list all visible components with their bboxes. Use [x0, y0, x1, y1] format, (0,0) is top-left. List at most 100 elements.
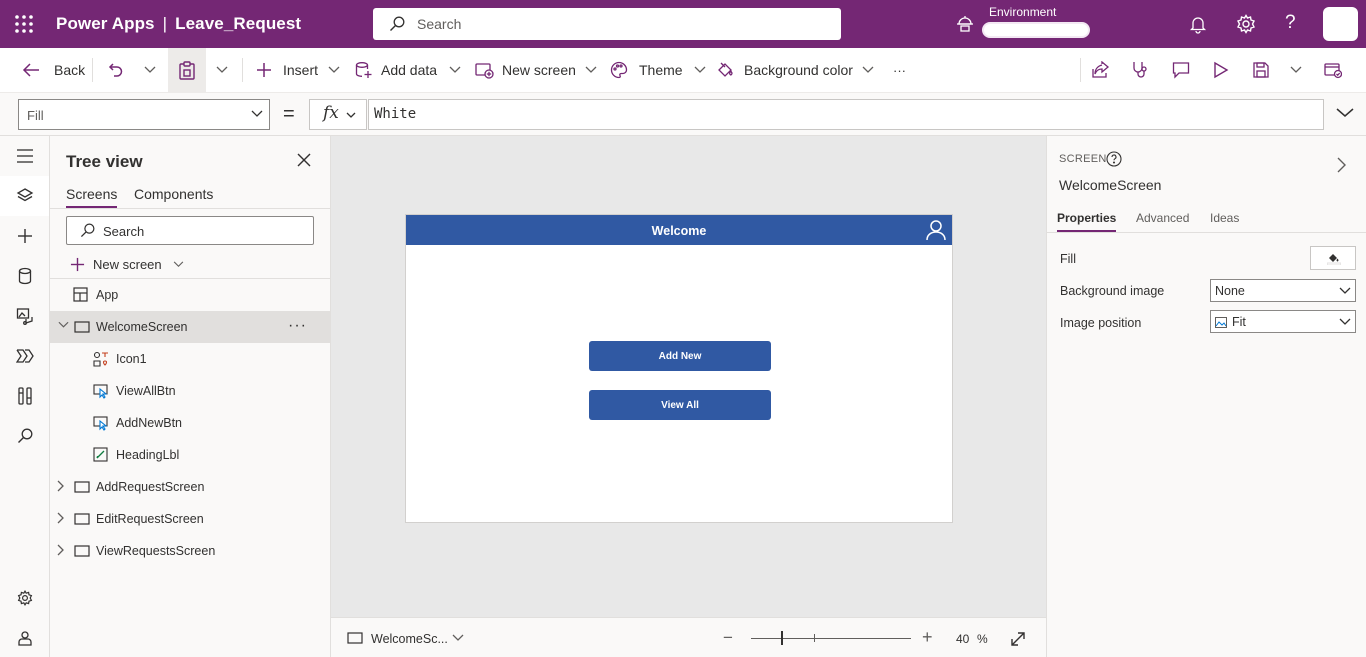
- top-bar: Power Apps | Leave_Request Search Environm…: [0, 0, 1366, 48]
- zoom-value[interactable]: 40: [956, 632, 969, 646]
- preview-play-icon[interactable]: [1213, 48, 1229, 92]
- help-icon[interactable]: ?: [1285, 12, 1296, 34]
- tree-node-app[interactable]: App: [50, 279, 330, 311]
- comments-icon[interactable]: [1172, 48, 1190, 92]
- settings-icon[interactable]: [1236, 14, 1256, 34]
- chevron-right-icon[interactable]: [57, 544, 65, 556]
- formula-bar: Fill = fx White: [0, 93, 1366, 136]
- background-image-dropdown[interactable]: None: [1210, 279, 1356, 302]
- media-icon[interactable]: [0, 296, 49, 336]
- tree-node-addnewbtn[interactable]: AddNewBtn: [50, 407, 330, 439]
- app-launcher-icon[interactable]: [14, 14, 34, 34]
- chevron-down-icon[interactable]: [452, 634, 464, 642]
- add-data-button[interactable]: Add data: [355, 48, 461, 92]
- save-dropdown[interactable]: [1290, 48, 1302, 92]
- close-icon[interactable]: [297, 153, 311, 167]
- notifications-icon[interactable]: [1188, 14, 1208, 34]
- user-icon[interactable]: [925, 219, 947, 241]
- screen-icon: [347, 632, 363, 644]
- power-automate-icon[interactable]: [0, 336, 49, 376]
- project-name[interactable]: Leave_Request: [175, 14, 301, 33]
- publish-icon[interactable]: [1324, 48, 1342, 92]
- selected-control-name[interactable]: WelcomeScreen: [1059, 177, 1161, 193]
- property-selector[interactable]: Fill: [18, 99, 270, 130]
- advanced-tools-icon[interactable]: [0, 376, 49, 416]
- screen-icon: [74, 513, 90, 525]
- fill-color-picker[interactable]: [1310, 246, 1356, 270]
- more-options-button[interactable]: ···: [288, 317, 307, 335]
- insert-button[interactable]: Insert: [256, 48, 340, 92]
- tab-ideas[interactable]: Ideas: [1210, 211, 1239, 225]
- app-header-bar[interactable]: Welcome: [406, 215, 952, 245]
- tab-screens[interactable]: Screens: [66, 186, 118, 208]
- tree-new-screen-button[interactable]: New screen: [70, 254, 184, 274]
- new-screen-icon: [475, 61, 494, 79]
- user-avatar[interactable]: [1323, 7, 1358, 41]
- chevron-down-icon: [585, 66, 597, 74]
- save-icon[interactable]: [1252, 48, 1270, 92]
- zoom-out-button[interactable]: −: [723, 628, 733, 648]
- tree-node-viewallbtn[interactable]: ViewAllBtn: [50, 375, 330, 407]
- divider: [92, 58, 93, 82]
- screen-icon: [74, 321, 90, 333]
- tab-properties[interactable]: Properties: [1057, 211, 1117, 232]
- paste-button[interactable]: [168, 48, 206, 92]
- chevron-down-icon[interactable]: [58, 321, 69, 329]
- image-position-dropdown[interactable]: Fit: [1210, 310, 1356, 333]
- function-button[interactable]: fx: [309, 99, 367, 130]
- tree-view-panel: Tree view Screens Components Search New …: [50, 136, 331, 657]
- zoom-slider-thumb[interactable]: [781, 631, 783, 645]
- tree-node-addrequestscreen[interactable]: AddRequestScreen: [50, 471, 330, 503]
- fit-to-window-icon[interactable]: [1010, 631, 1026, 647]
- undo-button[interactable]: [107, 48, 125, 92]
- environment-selector[interactable]: [982, 22, 1090, 38]
- tree-search-input[interactable]: Search: [66, 216, 314, 245]
- tree-node-welcomescreen[interactable]: WelcomeScreen ···: [50, 311, 330, 343]
- add-new-button[interactable]: Add New: [589, 341, 771, 371]
- title-separator: |: [162, 14, 168, 33]
- back-button[interactable]: Back: [22, 48, 85, 92]
- theme-button[interactable]: Theme: [610, 48, 706, 92]
- settings-icon[interactable]: [0, 578, 49, 618]
- current-screen-selector[interactable]: WelcomeSc...: [371, 632, 448, 646]
- chevron-right-icon[interactable]: [57, 480, 65, 492]
- global-search-box[interactable]: Search: [373, 8, 841, 40]
- help-circle-icon[interactable]: [1106, 151, 1122, 167]
- expand-formula-icon[interactable]: [1336, 108, 1354, 118]
- app-checker-icon[interactable]: [1131, 48, 1149, 92]
- chevron-right-icon[interactable]: [57, 512, 65, 524]
- formula-input[interactable]: White: [368, 99, 1324, 130]
- insert-plus-icon[interactable]: [0, 216, 49, 256]
- app-screen-preview[interactable]: Welcome Add New View All: [405, 214, 953, 523]
- app-heading-label[interactable]: Welcome: [406, 224, 952, 238]
- tree-node-icon1[interactable]: Icon1: [50, 343, 330, 375]
- tree-node-headinglbl[interactable]: HeadingLbl: [50, 439, 330, 471]
- tab-components[interactable]: Components: [134, 186, 213, 202]
- search-icon: [389, 16, 405, 32]
- command-bar: Back Insert Add data New screen Theme Ba…: [0, 48, 1366, 93]
- share-icon[interactable]: [1092, 48, 1110, 92]
- left-rail: [0, 136, 50, 657]
- tree-node-viewrequestsscreen[interactable]: ViewRequestsScreen: [50, 535, 330, 567]
- divider: [50, 208, 330, 209]
- zoom-slider[interactable]: [751, 638, 911, 639]
- view-all-button[interactable]: View All: [589, 390, 771, 420]
- tree-view-layers-icon[interactable]: [0, 176, 49, 216]
- virtual-agent-icon[interactable]: [0, 618, 49, 657]
- data-cylinder-icon[interactable]: [0, 256, 49, 296]
- chevron-right-icon[interactable]: [1337, 157, 1346, 173]
- new-screen-button[interactable]: New screen: [475, 48, 597, 92]
- tab-advanced[interactable]: Advanced: [1136, 211, 1189, 225]
- background-color-button[interactable]: Background color: [716, 48, 874, 92]
- hamburger-menu-icon[interactable]: [0, 136, 49, 176]
- chevron-down-icon: [1290, 66, 1302, 74]
- paste-dropdown[interactable]: [216, 48, 228, 92]
- undo-dropdown[interactable]: [144, 48, 156, 92]
- more-commands-button[interactable]: ···: [893, 48, 906, 92]
- background-image-label: Background image: [1060, 284, 1165, 298]
- tree-node-editrequestscreen[interactable]: EditRequestScreen: [50, 503, 330, 535]
- insert-label: Insert: [283, 62, 319, 78]
- search-icon[interactable]: [0, 416, 49, 456]
- zoom-in-button[interactable]: +: [922, 627, 933, 648]
- environment-icon[interactable]: [955, 14, 975, 34]
